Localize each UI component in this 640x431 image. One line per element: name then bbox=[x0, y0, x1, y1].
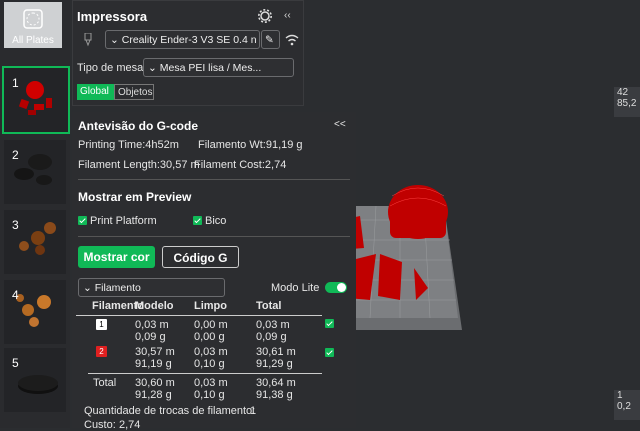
filament-changes-label: Quantidade de trocas de filamento: bbox=[84, 405, 256, 417]
cell-model-length: 30,57 m bbox=[135, 346, 175, 358]
chevron-down-icon: ⌄ bbox=[148, 62, 157, 74]
readout-value: 42 bbox=[617, 87, 629, 98]
filament-weight: Filamento Wt:91,19 g bbox=[198, 139, 303, 151]
wifi-icon[interactable] bbox=[285, 34, 299, 46]
plate-thumb-1[interactable]: 1 bbox=[2, 66, 70, 134]
show-preview-title: Mostrar em Preview bbox=[78, 190, 192, 204]
cell-clean-weight: 0,10 g bbox=[194, 389, 225, 401]
printing-time: Printing Time:4h52m bbox=[78, 139, 179, 151]
print-platform-label: Print Platform bbox=[90, 215, 157, 227]
filament-cost: Filament Cost:2,74 bbox=[194, 159, 287, 171]
cell-model-weight: 91,19 g bbox=[135, 358, 172, 370]
build-plate-scene bbox=[356, 185, 462, 330]
cost-label: Custo: bbox=[84, 419, 116, 431]
lite-mode-toggle[interactable] bbox=[325, 282, 347, 293]
chevron-down-icon: ⌄ bbox=[83, 282, 92, 294]
filament-color-badge: 1 bbox=[96, 319, 107, 330]
col-header-clean: Limpo bbox=[194, 300, 227, 312]
printer-select[interactable]: ⌄ Creality Ender-3 V3 SE 0.4 n bbox=[105, 30, 260, 49]
divider bbox=[78, 236, 350, 237]
divider bbox=[78, 179, 350, 180]
col-header-total: Total bbox=[256, 300, 282, 312]
readout-value: 1 bbox=[617, 390, 623, 401]
filament-changes-value: 1 bbox=[250, 405, 257, 417]
viewport-edge-readout-bottom: 1 0,2 bbox=[614, 390, 640, 420]
plate-thumb-4[interactable]: 4 bbox=[4, 280, 66, 344]
bed-type-select[interactable]: ⌄ Mesa PEI lisa / Mes... bbox=[143, 58, 294, 77]
collapse-button[interactable]: << bbox=[334, 119, 346, 130]
view-type-select[interactable]: ⌄ Filamento bbox=[78, 278, 225, 297]
chevron-down-icon: ⌄ bbox=[110, 34, 119, 46]
viewport-edge-readout-top: 42 85,2 bbox=[614, 87, 640, 117]
cell-total-length: 30,61 m bbox=[256, 346, 296, 358]
cell-clean-length: 0,00 m bbox=[194, 319, 228, 331]
edit-printer-button[interactable]: ✎ bbox=[261, 30, 280, 49]
gcode-button[interactable]: Código G bbox=[162, 246, 239, 268]
plate-number: 2 bbox=[12, 148, 19, 162]
all-plates-button[interactable]: All Plates bbox=[4, 2, 62, 48]
gcode-preview-panel: Antevisão do G-code << Printing Time:4h5… bbox=[72, 112, 356, 431]
printer-select-value: Creality Ender-3 V3 SE 0.4 n bbox=[121, 34, 257, 46]
cell-total-weight: 91,29 g bbox=[256, 358, 293, 370]
readout-value: 85,2 bbox=[617, 98, 637, 109]
view-type-value: Filamento bbox=[94, 282, 141, 294]
3d-viewport[interactable]: 42 85,2 1 0,2 bbox=[356, 0, 640, 428]
cost-value: 2,74 bbox=[119, 419, 141, 431]
cell-total-length: 30,64 m bbox=[256, 377, 296, 389]
bed-type-label: Tipo de mesa bbox=[77, 62, 144, 74]
preview-title: Antevisão do G-code bbox=[78, 119, 199, 133]
pencil-icon: ✎ bbox=[265, 34, 274, 46]
cell-model-weight: 0,09 g bbox=[135, 331, 166, 343]
plate-strip: All Plates 1 2 3 4 5 bbox=[0, 0, 70, 428]
plate-number: 4 bbox=[12, 288, 19, 302]
filament-visibility-checkbox[interactable] bbox=[325, 348, 334, 357]
plate-thumb-3[interactable]: 3 bbox=[4, 210, 66, 274]
lite-mode-label: Modo Lite bbox=[271, 282, 320, 294]
bed-type-value: Mesa PEI lisa / Mes... bbox=[159, 62, 262, 74]
total-label: Total bbox=[93, 377, 117, 389]
cell-total-weight: 91,38 g bbox=[256, 389, 293, 401]
filament-length: Filament Length:30,57 m bbox=[78, 159, 200, 171]
cell-model-length: 30,60 m bbox=[135, 377, 175, 389]
printer-title: Impressora bbox=[77, 9, 148, 24]
filament-visibility-checkbox[interactable] bbox=[325, 319, 334, 328]
nozzle-checkbox[interactable] bbox=[193, 216, 202, 225]
all-plates-icon bbox=[23, 9, 43, 29]
cell-total-weight: 0,09 g bbox=[256, 331, 287, 343]
show-color-button[interactable]: Mostrar cor bbox=[78, 246, 155, 268]
collapse-icon[interactable]: ‹‹ bbox=[284, 10, 291, 21]
tab-global[interactable]: Global bbox=[77, 84, 114, 100]
plate-number: 5 bbox=[12, 356, 19, 370]
table-header-divider bbox=[76, 315, 322, 316]
cell-model-weight: 91,28 g bbox=[135, 389, 172, 401]
tab-objects[interactable]: Objetos bbox=[114, 84, 154, 100]
cell-clean-weight: 0,10 g bbox=[194, 358, 225, 370]
readout-value: 0,2 bbox=[617, 401, 631, 412]
col-header-model: Modelo bbox=[135, 300, 174, 312]
plate-number: 3 bbox=[12, 218, 19, 232]
plate-number: 1 bbox=[12, 76, 19, 90]
filament-color-badge: 2 bbox=[96, 346, 107, 357]
toggle-knob bbox=[337, 283, 346, 292]
plate-thumb-5[interactable]: 5 bbox=[4, 348, 66, 412]
print-platform-checkbox[interactable] bbox=[78, 216, 87, 225]
gear-icon[interactable] bbox=[258, 9, 272, 23]
all-plates-label: All Plates bbox=[12, 35, 54, 46]
cell-clean-weight: 0,00 g bbox=[194, 331, 225, 343]
nozzle-label: Bico bbox=[205, 215, 227, 227]
cell-total-length: 0,03 m bbox=[256, 319, 290, 331]
printer-panel: Impressora ‹‹ ⌄ Creality Ender-3 V3 SE 0… bbox=[72, 0, 304, 106]
cell-clean-length: 0,03 m bbox=[194, 377, 228, 389]
cell-clean-length: 0,03 m bbox=[194, 346, 228, 358]
plate-thumb-2[interactable]: 2 bbox=[4, 140, 66, 204]
table-total-divider bbox=[88, 373, 322, 374]
cell-model-length: 0,03 m bbox=[135, 319, 169, 331]
nozzle-icon bbox=[84, 33, 92, 47]
